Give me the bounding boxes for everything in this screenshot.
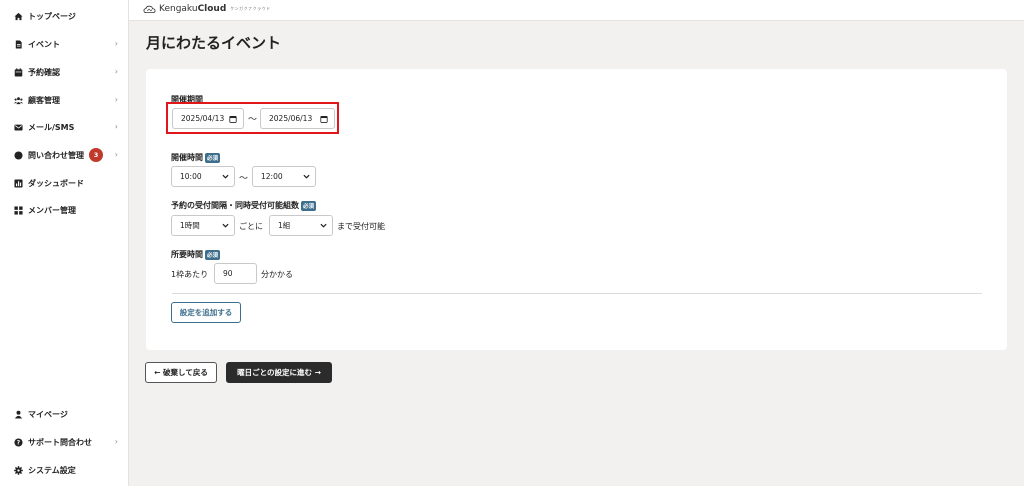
sidebar-item-label: 問い合わせ管理 bbox=[28, 150, 84, 160]
mail-icon bbox=[14, 123, 23, 132]
sidebar-item-label: トップページ bbox=[28, 11, 76, 21]
chevron-right-icon: › bbox=[114, 437, 118, 446]
brand-logo[interactable]: Kengaku Cloud ケンガクナクラウド bbox=[143, 4, 271, 14]
chat-icon bbox=[14, 150, 23, 160]
brand-name-bold: Cloud bbox=[197, 4, 227, 14]
duration-label-text: 所要時間 bbox=[171, 250, 203, 259]
sidebar-item-support[interactable]: ? サポート問合わせ › bbox=[14, 434, 118, 450]
start-time-value: 10:00 bbox=[180, 172, 202, 181]
sidebar-item-label: サポート問合わせ bbox=[28, 437, 92, 447]
interval-label-text: 予約の受付間隔・同時受付可能組数 bbox=[171, 201, 299, 210]
chevron-right-icon: › bbox=[114, 150, 118, 159]
sidebar-item-dashboard[interactable]: ダッシュボード bbox=[14, 175, 118, 191]
end-date-value: 2025/06/13 bbox=[269, 114, 313, 123]
sidebar-item-mail[interactable]: メール/SMS › bbox=[14, 119, 118, 135]
accept-text: まで受付可能 bbox=[337, 222, 385, 231]
help-icon: ? bbox=[14, 437, 23, 447]
sidebar-item-label: マイページ bbox=[28, 409, 68, 419]
gear-icon bbox=[14, 465, 23, 475]
calendar-icon[interactable] bbox=[229, 115, 237, 123]
sidebar-item-event[interactable]: イベント › bbox=[14, 36, 118, 52]
duration-label: 所要時間 必須 bbox=[171, 249, 221, 260]
duration-value: 90 bbox=[223, 269, 233, 278]
sidebar-item-top[interactable]: トップページ bbox=[14, 8, 118, 24]
chevron-down-icon bbox=[303, 173, 310, 180]
chevron-down-icon bbox=[222, 222, 229, 229]
divider bbox=[172, 293, 982, 294]
page-title: 月にわたるイベント bbox=[146, 34, 282, 52]
interval-label: 予約の受付間隔・同時受付可能組数 必須 bbox=[171, 200, 317, 211]
duration-input[interactable]: 90 bbox=[214, 263, 257, 284]
calendar-icon[interactable] bbox=[320, 115, 328, 123]
time-label-text: 開催時間 bbox=[171, 153, 203, 162]
notification-badge: 3 bbox=[89, 148, 103, 162]
groups-select[interactable]: 1組 bbox=[269, 215, 333, 236]
end-date-input[interactable]: 2025/06/13 bbox=[260, 108, 335, 129]
start-date-value: 2025/04/13 bbox=[181, 114, 225, 123]
top-header: Kengaku Cloud ケンガクナクラウド bbox=[129, 0, 1024, 21]
sidebar-item-label: システム設定 bbox=[28, 465, 76, 475]
start-time-select[interactable]: 10:00 bbox=[171, 166, 235, 187]
sidebar: トップページ イベント › 予約確認 › 顧客管理 › メール/SMS › 問い… bbox=[0, 0, 129, 486]
cloud-icon bbox=[143, 5, 156, 13]
chevron-right-icon: › bbox=[114, 39, 118, 48]
sidebar-item-reservation[interactable]: 予約確認 › bbox=[14, 64, 118, 80]
chevron-right-icon: › bbox=[114, 67, 118, 76]
next-weekday-settings-button[interactable]: 曜日ごとの設定に進む → bbox=[226, 362, 332, 383]
chevron-down-icon bbox=[320, 222, 327, 229]
sidebar-item-label: 予約確認 bbox=[28, 67, 60, 77]
start-date-input[interactable]: 2025/04/13 bbox=[172, 108, 244, 129]
per-slot-text: 1枠あたり bbox=[171, 270, 209, 279]
discard-back-button[interactable]: ← 破棄して戻る bbox=[145, 362, 217, 383]
person-icon bbox=[14, 410, 23, 419]
calendar-icon bbox=[14, 67, 23, 77]
sidebar-item-label: イベント bbox=[28, 39, 60, 49]
groups-value: 1組 bbox=[278, 221, 291, 230]
per-text: ごとに bbox=[239, 222, 263, 231]
users-icon bbox=[14, 96, 23, 105]
document-icon bbox=[14, 39, 23, 49]
add-setting-button[interactable]: 設定を追加する bbox=[171, 302, 241, 323]
sidebar-item-customers[interactable]: 顧客管理 › bbox=[14, 92, 118, 108]
grid-icon bbox=[14, 205, 23, 215]
required-badge: 必須 bbox=[205, 249, 221, 260]
sidebar-item-label: 顧客管理 bbox=[28, 95, 60, 105]
chevron-down-icon bbox=[222, 173, 229, 180]
time-range-separator: 〜 bbox=[239, 174, 249, 184]
sidebar-item-label: ダッシュボード bbox=[28, 178, 84, 188]
required-badge: 必須 bbox=[301, 200, 317, 211]
time-label: 開催時間 必須 bbox=[171, 152, 221, 163]
sidebar-item-settings[interactable]: システム設定 bbox=[14, 462, 118, 478]
sidebar-item-label: メール/SMS bbox=[28, 122, 75, 132]
interval-select[interactable]: 1時間 bbox=[171, 215, 235, 236]
required-badge: 必須 bbox=[205, 152, 221, 163]
minutes-text: 分かかる bbox=[261, 270, 293, 279]
date-range-separator: 〜 bbox=[248, 115, 258, 125]
home-icon bbox=[14, 12, 23, 21]
end-time-value: 12:00 bbox=[261, 172, 283, 181]
chevron-right-icon: › bbox=[114, 95, 118, 104]
end-time-select[interactable]: 12:00 bbox=[252, 166, 316, 187]
brand-subtitle: ケンガクナクラウド bbox=[230, 6, 271, 11]
brand-name-light: Kengaku bbox=[159, 4, 198, 14]
chart-icon bbox=[14, 178, 23, 188]
sidebar-item-members[interactable]: メンバー管理 bbox=[14, 202, 118, 218]
chevron-right-icon: › bbox=[114, 122, 118, 131]
sidebar-item-mypage[interactable]: マイページ bbox=[14, 406, 118, 422]
sidebar-item-inquiries[interactable]: 問い合わせ管理 3 › bbox=[14, 147, 118, 163]
interval-value: 1時間 bbox=[180, 221, 200, 230]
sidebar-item-label: メンバー管理 bbox=[28, 205, 76, 215]
